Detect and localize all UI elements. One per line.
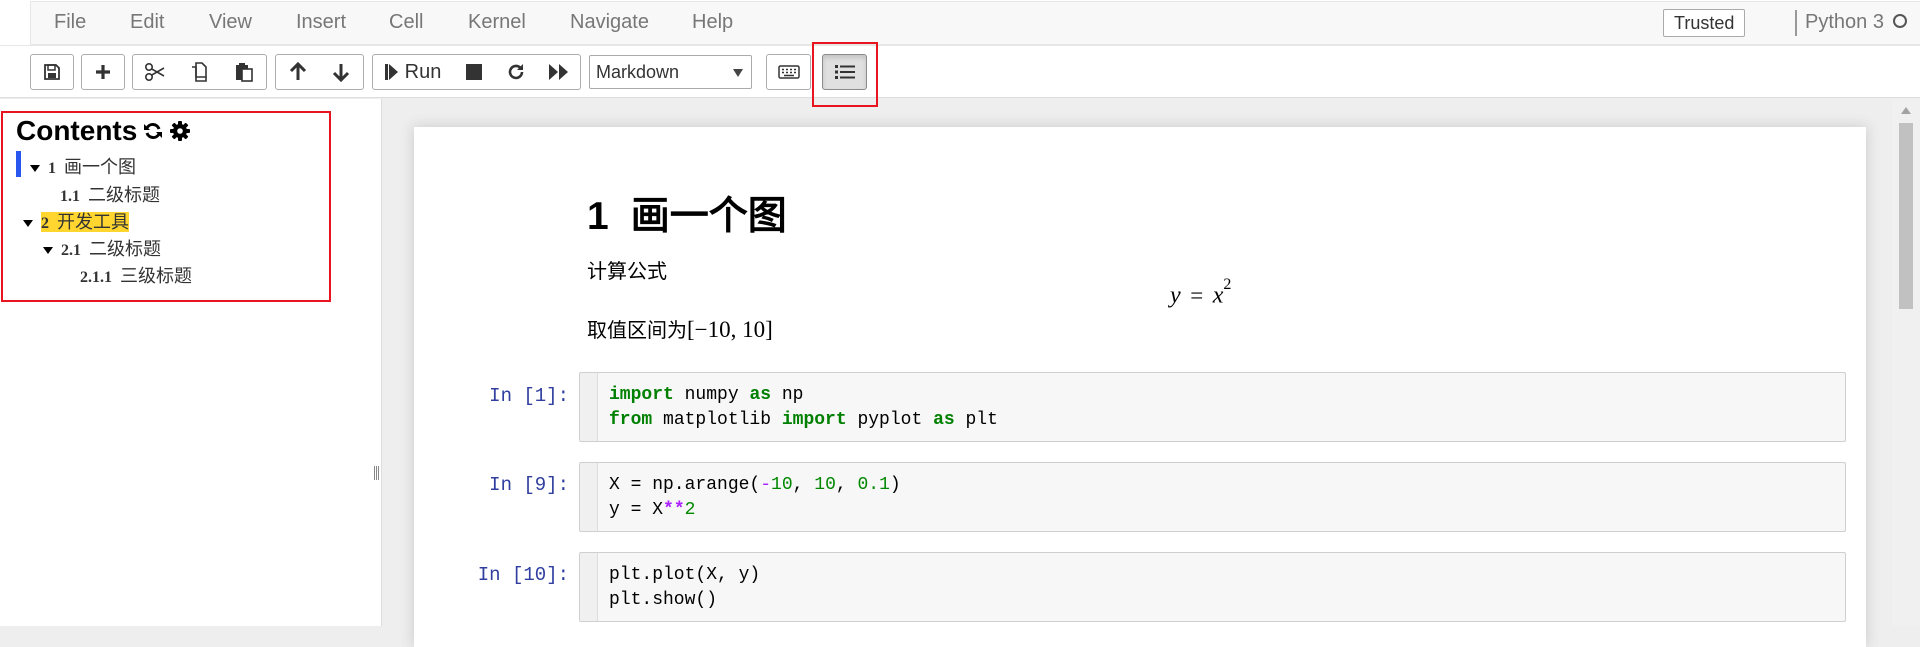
toc-item-label: 二级标题 [88,185,160,205]
cell-gutter [580,463,598,531]
menu-kernel[interactable]: Kernel [468,11,526,34]
formula-base: x [1212,282,1224,309]
cell-prompt: In [1]: [489,385,569,407]
code-cell[interactable]: X = np.arange(-10, 10, 0.1) y = X**2 [579,462,1846,532]
caret-down-icon[interactable] [30,164,40,172]
refresh-icon [508,64,524,80]
code-cell[interactable]: plt.plot(X, y) plt.show() [579,552,1846,622]
interval-value: [−10, 10] [687,317,773,342]
paste-icon [235,63,253,82]
stop-icon [466,64,482,80]
run-button[interactable]: Run [372,54,454,90]
cell-gutter [580,553,598,621]
menu-view[interactable]: View [209,11,252,34]
kernel-separator [1795,10,1797,36]
cell-type-value: Markdown [596,62,680,82]
menu-help[interactable]: Help [692,11,733,34]
cell-prompt: In [10]: [477,564,569,586]
copy-icon [192,62,207,82]
cell-gutter [580,373,598,441]
formula-lhs: y [1170,282,1181,309]
paste-button[interactable] [221,54,267,90]
toc-item-number: 2.1.1 [80,269,112,286]
menu-cell[interactable]: Cell [389,11,423,34]
markdown-text-interval: 取值区间为[−10, 10] [587,314,773,343]
refresh-icon[interactable] [143,121,163,141]
kernel-idle-icon [1893,14,1907,28]
interrupt-kernel-button[interactable] [453,54,496,90]
insert-cell-button[interactable] [81,54,125,90]
toc-item-label: 开发工具 [57,212,129,232]
toc-current-indicator [16,151,21,177]
menu-edit[interactable]: Edit [130,11,164,34]
toc-item-2-active: 2 开发工具 [41,212,129,232]
toc-item-number: 1.1 [60,188,80,205]
menu-navigate[interactable]: Navigate [570,11,649,34]
gear-icon[interactable] [170,121,190,141]
code-line[interactable]: plt.show() [609,590,717,610]
toc-toggle-button[interactable] [822,54,867,90]
toc-title: Contents [16,115,138,146]
scroll-up-arrow-icon[interactable] [1901,107,1911,114]
toc-resize-handle[interactable] [374,466,380,480]
arrow-up-icon [289,62,306,80]
toc-item-2[interactable]: 2 开发工具 [23,208,129,234]
toc-item-label: 三级标题 [120,266,192,286]
cell-prompt: In [9]: [489,474,569,496]
heading-text: 画一个图 [630,195,787,238]
page-scrollbar[interactable] [1892,99,1920,626]
toc-item-2-1[interactable]: 2.1 二级标题 [43,235,161,261]
fast-forward-icon [548,64,568,80]
step-forward-icon [384,64,398,80]
toc-item-number: 2.1 [61,242,81,259]
toc-item-1[interactable]: 1 画一个图 [30,153,136,179]
plus-icon [96,65,110,79]
menu-file[interactable]: File [54,11,86,34]
chevron-down-icon [733,69,743,77]
restart-kernel-button[interactable] [495,54,538,90]
formula-eq: = [1190,282,1204,308]
move-down-button[interactable] [319,54,364,90]
toolbar: Run Markdown [0,46,1920,98]
copy-button[interactable] [177,54,222,90]
markdown-heading: 1 画一个图 [587,185,787,241]
toc-item-number: 2 [41,215,49,232]
code-line[interactable]: from matplotlib import pyplot as plt [609,410,998,430]
cell-type-select[interactable]: Markdown [589,55,752,89]
code-cell[interactable]: import numpy as np from matplotlib impor… [579,372,1846,442]
toc-item-1-1[interactable]: 1.1 二级标题 [60,181,160,207]
notebook-container: 1 画一个图 计算公式 y = x2 取值区间为[−10, 10] In [1]:… [414,127,1866,647]
caret-down-icon[interactable] [23,219,33,227]
code-line[interactable]: plt.plot(X, y) [609,565,760,585]
save-icon [44,64,60,80]
code-line[interactable]: import numpy as np [609,385,803,405]
code-line[interactable]: y = X**2 [609,500,695,520]
code-line[interactable]: X = np.arange(-10, 10, 0.1) [609,475,901,495]
restart-run-all-button[interactable] [537,54,581,90]
list-icon [834,65,855,79]
interval-label: 取值区间为 [587,320,687,342]
heading-number: 1 [587,195,609,238]
menu-insert[interactable]: Insert [296,11,346,34]
toc-item-label: 二级标题 [89,239,161,259]
markdown-text-formula: 计算公式 [587,261,667,283]
run-label: Run [404,60,442,83]
toc-item-2-1-1[interactable]: 2.1.1 三级标题 [80,262,192,288]
scissors-icon [144,62,165,82]
toc-item-label: 画一个图 [64,157,136,177]
menubar: File Edit View Insert Cell Kernel Naviga… [0,0,1920,46]
toc-item-number: 1 [48,160,56,177]
kernel-name: Python 3 [1805,11,1884,33]
formula-exponent: 2 [1223,276,1232,293]
keyboard-icon [777,65,800,79]
cut-button[interactable] [132,54,178,90]
scrollbar-thumb[interactable] [1899,123,1913,309]
move-up-button[interactable] [275,54,320,90]
command-palette-button[interactable] [766,54,811,90]
trusted-badge[interactable]: Trusted [1663,9,1746,37]
caret-down-icon[interactable] [43,246,53,254]
save-button[interactable] [30,54,74,90]
arrow-down-icon [332,64,350,82]
formula-display: y = x2 [1170,276,1231,310]
